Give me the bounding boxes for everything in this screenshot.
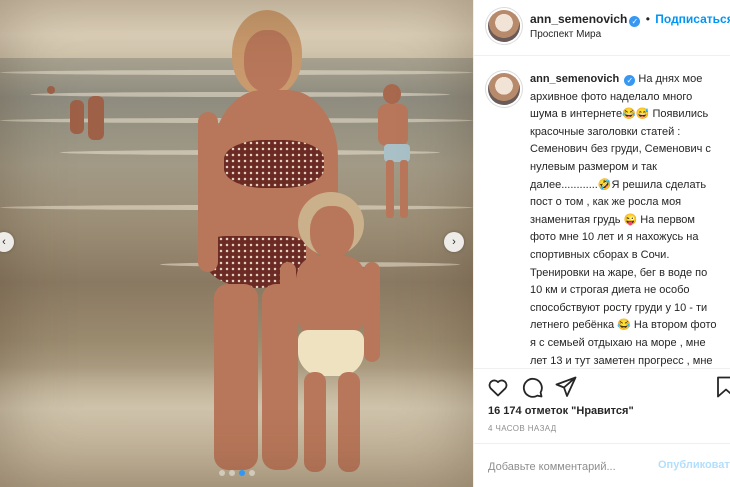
post-timestamp[interactable]: 4 ЧАСОВ НАЗАД — [488, 424, 557, 433]
comment-icon[interactable] — [520, 375, 544, 399]
share-icon[interactable] — [554, 375, 578, 399]
separator-dot: • — [645, 12, 650, 26]
carousel-dot — [238, 470, 245, 476]
username-link[interactable]: ann_semenovich — [530, 12, 627, 26]
heart-icon[interactable] — [486, 375, 510, 399]
carousel-dot — [248, 470, 255, 476]
publish-button[interactable]: Опубликовать — [658, 459, 730, 471]
photo-vignette — [0, 0, 473, 487]
action-bar — [474, 375, 730, 399]
carousel-dot — [228, 470, 235, 476]
caption-avatar[interactable] — [488, 73, 520, 105]
comment-input[interactable] — [488, 458, 648, 476]
post-header: ann_semenovich ✓ • Подписаться Проспект М… — [474, 0, 730, 56]
caption-body: На днях мое архивное фото наделало много… — [530, 73, 717, 367]
avatar[interactable] — [488, 10, 520, 42]
post-side-panel: ann_semenovich ✓ • Подписаться Проспект М… — [473, 0, 730, 487]
likes-count[interactable]: 16 174 отметок "Нравится" — [488, 405, 634, 417]
caption-area: ann_semenovich ✓ На днях мое архивное фо… — [474, 57, 730, 369]
header-user-line: ann_semenovich ✓ • Подписаться — [530, 12, 730, 27]
carousel-dot — [218, 470, 225, 476]
post-photo[interactable]: ‹ › — [0, 0, 473, 487]
caption-text: ann_semenovich ✓ На днях мое архивное фо… — [530, 71, 720, 368]
verified-badge-icon: ✓ — [629, 16, 641, 27]
carousel-indicator — [0, 470, 473, 476]
location-link[interactable]: Проспект Мира — [530, 29, 601, 40]
carousel-next-button[interactable]: › — [444, 232, 464, 252]
follow-button[interactable]: Подписаться — [655, 12, 730, 26]
bookmark-icon[interactable] — [714, 375, 730, 399]
verified-badge-icon: ✓ — [624, 75, 636, 86]
comment-bar: Опубликовать — [474, 443, 730, 487]
caption-username-link[interactable]: ann_semenovich — [530, 73, 619, 85]
